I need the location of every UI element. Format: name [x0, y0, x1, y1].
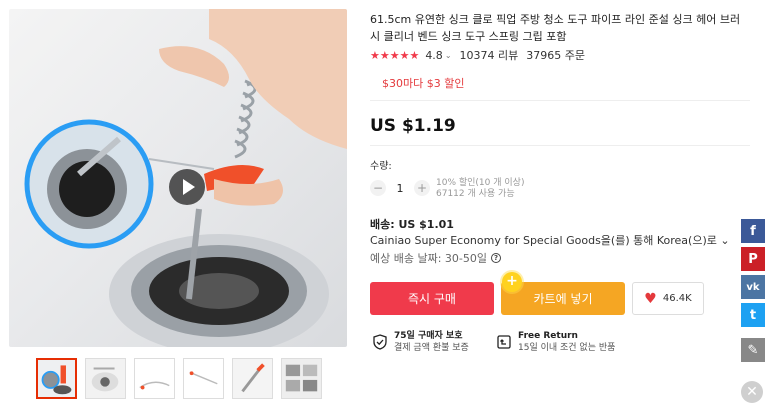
quantity-plus-button[interactable]: +	[414, 180, 430, 196]
thumbnail-1[interactable]	[36, 358, 77, 399]
stock-available-text: 67112 개 사용 가능	[436, 189, 515, 199]
thumbnail-6[interactable]	[281, 358, 322, 399]
twitter-icon[interactable]: t	[741, 303, 765, 327]
thumbnail-4[interactable]	[183, 358, 224, 399]
rating-row: ★★★★★ 4.8 ⌄ 10374 리뷰 37965 주문	[370, 47, 585, 63]
social-share-rail: f P vk t	[741, 219, 765, 327]
rating-stars: ★★★★★	[370, 48, 420, 62]
play-icon[interactable]	[169, 169, 205, 205]
wishlist-count: 46.4K	[662, 293, 692, 304]
vk-icon[interactable]: vk	[741, 275, 765, 299]
free-return-sub: 15일 이내 조건 없는 반품	[518, 343, 616, 353]
quantity-label: 수량:	[370, 161, 392, 172]
review-count[interactable]: 10374 리뷰	[460, 47, 519, 63]
buy-now-button[interactable]: 즉시 구매	[370, 282, 494, 315]
product-price: US $1.19	[370, 116, 456, 136]
promo-coupon[interactable]: $30마다 $3 할인	[382, 75, 464, 91]
cart-plus-badge-icon	[502, 272, 522, 292]
order-count: 37965 주문	[526, 49, 585, 62]
product-title: 61.5cm 유연한 싱크 클로 픽업 주방 청소 도구 파이프 라인 준설 싱…	[370, 13, 741, 43]
return-arrow-icon	[497, 335, 511, 349]
shipping-eta: 예상 배송 날짜: 30-50일 ?	[370, 250, 501, 266]
pinterest-icon[interactable]: P	[741, 247, 765, 271]
quantity-note: 10% 할인(10 개 이상) 67112 개 사용 가능	[436, 178, 524, 200]
thumbnail-strip	[36, 358, 322, 399]
product-page: 61.5cm 유연한 싱크 클로 픽업 주방 청소 도구 파이프 라인 준설 싱…	[0, 0, 773, 415]
quantity-minus-button[interactable]: −	[370, 180, 386, 196]
question-icon[interactable]: ?	[491, 253, 501, 263]
buyer-protection[interactable]: 75일 구매자 보호 결제 금액 환불 보증	[372, 330, 469, 354]
thumbnail-3[interactable]	[134, 358, 175, 399]
shield-check-icon	[373, 334, 387, 350]
divider	[370, 145, 750, 146]
free-return-title: Free Return	[518, 331, 578, 341]
rating-score[interactable]: 4.8	[425, 49, 443, 62]
divider	[370, 100, 750, 101]
shipping-eta-text: 예상 배송 날짜: 30-50일	[370, 252, 487, 265]
free-return[interactable]: Free Return 15일 이내 조건 없는 반품	[496, 330, 615, 354]
main-product-image[interactable]	[9, 9, 347, 347]
thumbnail-2[interactable]	[85, 358, 126, 399]
buyer-protection-title: 75일 구매자 보호	[394, 331, 463, 341]
shipping-cost: 배송: US $1.01	[370, 218, 454, 231]
thumbnail-5[interactable]	[232, 358, 273, 399]
buyer-protection-sub: 결제 금액 환불 보증	[394, 343, 469, 353]
wishlist-button[interactable]: ♥ 46.4K	[632, 282, 704, 315]
facebook-icon[interactable]: f	[741, 219, 765, 243]
quantity-stepper: − 1 +	[370, 180, 430, 196]
close-icon[interactable]: ✕	[741, 381, 763, 403]
bulk-discount-text: 10% 할인(10 개 이상)	[436, 178, 525, 188]
quantity-value[interactable]: 1	[386, 182, 414, 195]
shipping-method-selector[interactable]: Cainiao Super Economy for Special Goods을…	[370, 232, 730, 248]
chevron-down-icon[interactable]: ⌄	[445, 51, 452, 60]
pencil-icon[interactable]: ✎	[741, 338, 765, 362]
heart-icon: ♥	[644, 290, 657, 307]
